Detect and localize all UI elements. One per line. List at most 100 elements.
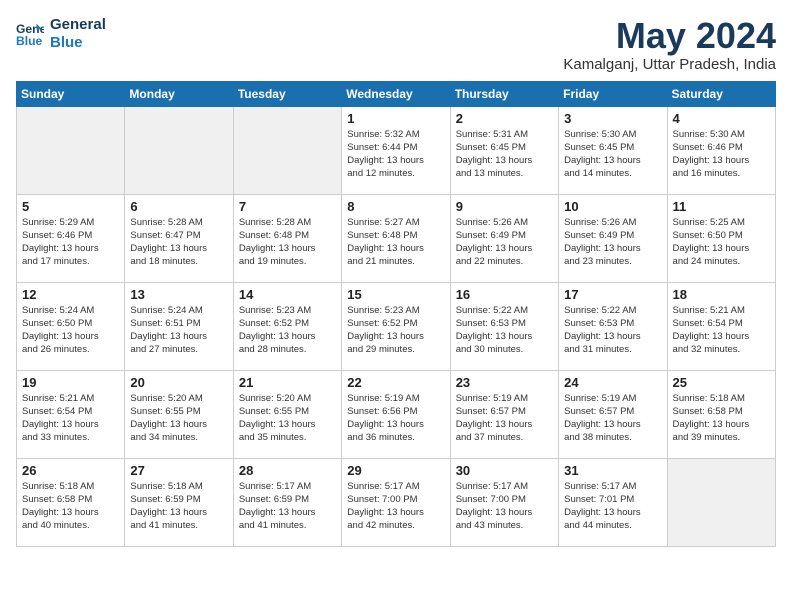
day-info: Sunrise: 5:18 AM Sunset: 6:58 PM Dayligh… [673, 392, 770, 445]
day-number: 10 [564, 199, 661, 214]
day-info: Sunrise: 5:19 AM Sunset: 6:57 PM Dayligh… [456, 392, 553, 445]
day-number: 1 [347, 111, 444, 126]
logo-blue-text: Blue [50, 34, 106, 52]
calendar-cell: 21 Sunrise: 5:20 AM Sunset: 6:55 PM Dayli… [233, 370, 341, 458]
weekday-header: Tuesday [233, 81, 341, 106]
calendar-cell: 26 Sunrise: 5:18 AM Sunset: 6:58 PM Dayli… [17, 458, 125, 546]
calendar-cell: 5 Sunrise: 5:29 AM Sunset: 6:46 PM Daylig… [17, 194, 125, 282]
day-info: Sunrise: 5:29 AM Sunset: 6:46 PM Dayligh… [22, 216, 119, 269]
day-info: Sunrise: 5:22 AM Sunset: 6:53 PM Dayligh… [564, 304, 661, 357]
day-number: 7 [239, 199, 336, 214]
day-info: Sunrise: 5:28 AM Sunset: 6:47 PM Dayligh… [130, 216, 227, 269]
day-info: Sunrise: 5:18 AM Sunset: 6:59 PM Dayligh… [130, 480, 227, 533]
day-info: Sunrise: 5:21 AM Sunset: 6:54 PM Dayligh… [22, 392, 119, 445]
logo-text: General [50, 16, 106, 34]
day-number: 6 [130, 199, 227, 214]
day-number: 26 [22, 463, 119, 478]
svg-text:Blue: Blue [16, 34, 43, 48]
day-info: Sunrise: 5:26 AM Sunset: 6:49 PM Dayligh… [564, 216, 661, 269]
day-info: Sunrise: 5:22 AM Sunset: 6:53 PM Dayligh… [456, 304, 553, 357]
day-info: Sunrise: 5:23 AM Sunset: 6:52 PM Dayligh… [347, 304, 444, 357]
weekday-header: Friday [559, 81, 667, 106]
day-number: 31 [564, 463, 661, 478]
day-number: 17 [564, 287, 661, 302]
calendar-cell: 13Sunrise: 5:24 AM Sunset: 6:51 PM Dayli… [125, 282, 233, 370]
location-label: Kamalganj, Uttar Pradesh, India [563, 56, 776, 73]
calendar-cell: 6 Sunrise: 5:28 AM Sunset: 6:47 PM Daylig… [125, 194, 233, 282]
calendar-cell: 4 Sunrise: 5:30 AM Sunset: 6:46 PM Daylig… [667, 106, 775, 194]
calendar-cell: 17 Sunrise: 5:22 AM Sunset: 6:53 PM Dayli… [559, 282, 667, 370]
calendar-cell [125, 106, 233, 194]
day-number: 23 [456, 375, 553, 390]
day-number: 30 [456, 463, 553, 478]
day-info: Sunrise: 5:23 AM Sunset: 6:52 PM Dayligh… [239, 304, 336, 357]
day-info: Sunrise: 5:17 AM Sunset: 7:01 PM Dayligh… [564, 480, 661, 533]
day-number: 22 [347, 375, 444, 390]
calendar-cell: 1 Sunrise: 5:32 AM Sunset: 6:44 PM Daylig… [342, 106, 450, 194]
day-number: 5 [22, 199, 119, 214]
calendar-cell: 30 Sunrise: 5:17 AM Sunset: 7:00 PM Dayli… [450, 458, 558, 546]
day-info: Sunrise: 5:18 AM Sunset: 6:58 PM Dayligh… [22, 480, 119, 533]
day-info: Sunrise: 5:27 AM Sunset: 6:48 PM Dayligh… [347, 216, 444, 269]
day-number: 9 [456, 199, 553, 214]
day-number: 3 [564, 111, 661, 126]
day-info: Sunrise: 5:17 AM Sunset: 6:59 PM Dayligh… [239, 480, 336, 533]
day-number: 4 [673, 111, 770, 126]
month-title: May 2024 [563, 16, 776, 56]
day-info: Sunrise: 5:30 AM Sunset: 6:46 PM Dayligh… [673, 128, 770, 181]
calendar-cell [17, 106, 125, 194]
calendar-cell: 15Sunrise: 5:23 AM Sunset: 6:52 PM Dayli… [342, 282, 450, 370]
calendar-cell: 14 Sunrise: 5:23 AM Sunset: 6:52 PM Dayli… [233, 282, 341, 370]
day-number: 28 [239, 463, 336, 478]
calendar-cell: 12Sunrise: 5:24 AM Sunset: 6:50 PM Dayli… [17, 282, 125, 370]
calendar-cell: 10 Sunrise: 5:26 AM Sunset: 6:49 PM Dayli… [559, 194, 667, 282]
calendar-cell: 7 Sunrise: 5:28 AM Sunset: 6:48 PM Daylig… [233, 194, 341, 282]
calendar-cell: 8 Sunrise: 5:27 AM Sunset: 6:48 PM Daylig… [342, 194, 450, 282]
day-number: 11 [673, 199, 770, 214]
day-info: Sunrise: 5:19 AM Sunset: 6:56 PM Dayligh… [347, 392, 444, 445]
day-number: 27 [130, 463, 227, 478]
calendar-cell: 19 Sunrise: 5:21 AM Sunset: 6:54 PM Dayli… [17, 370, 125, 458]
day-info: Sunrise: 5:28 AM Sunset: 6:48 PM Dayligh… [239, 216, 336, 269]
page-header: General Blue General Blue May 2024 Kamal… [16, 16, 776, 73]
title-block: May 2024 Kamalganj, Uttar Pradesh, India [563, 16, 776, 73]
calendar-cell: 9 Sunrise: 5:26 AM Sunset: 6:49 PM Daylig… [450, 194, 558, 282]
day-number: 20 [130, 375, 227, 390]
day-info: Sunrise: 5:31 AM Sunset: 6:45 PM Dayligh… [456, 128, 553, 181]
day-number: 18 [673, 287, 770, 302]
day-number: 19 [22, 375, 119, 390]
day-number: 8 [347, 199, 444, 214]
calendar-cell: 28 Sunrise: 5:17 AM Sunset: 6:59 PM Dayli… [233, 458, 341, 546]
calendar-cell: 11 Sunrise: 5:25 AM Sunset: 6:50 PM Dayli… [667, 194, 775, 282]
day-info: Sunrise: 5:19 AM Sunset: 6:57 PM Dayligh… [564, 392, 661, 445]
weekday-header: Wednesday [342, 81, 450, 106]
day-info: Sunrise: 5:17 AM Sunset: 7:00 PM Dayligh… [347, 480, 444, 533]
calendar-cell: 25Sunrise: 5:18 AM Sunset: 6:58 PM Dayli… [667, 370, 775, 458]
weekday-header: Saturday [667, 81, 775, 106]
weekday-header: Thursday [450, 81, 558, 106]
logo: General Blue General Blue [16, 16, 106, 52]
day-number: 16 [456, 287, 553, 302]
calendar-cell [233, 106, 341, 194]
calendar-cell: 23 Sunrise: 5:19 AM Sunset: 6:57 PM Dayli… [450, 370, 558, 458]
day-info: Sunrise: 5:25 AM Sunset: 6:50 PM Dayligh… [673, 216, 770, 269]
calendar-cell: 27 Sunrise: 5:18 AM Sunset: 6:59 PM Dayli… [125, 458, 233, 546]
day-info: Sunrise: 5:26 AM Sunset: 6:49 PM Dayligh… [456, 216, 553, 269]
logo-icon: General Blue [16, 20, 44, 48]
day-number: 2 [456, 111, 553, 126]
day-info: Sunrise: 5:32 AM Sunset: 6:44 PM Dayligh… [347, 128, 444, 181]
day-info: Sunrise: 5:20 AM Sunset: 6:55 PM Dayligh… [239, 392, 336, 445]
weekday-header: Monday [125, 81, 233, 106]
calendar-cell [667, 458, 775, 546]
calendar-cell: 20 Sunrise: 5:20 AM Sunset: 6:55 PM Dayli… [125, 370, 233, 458]
calendar-cell: 3Sunrise: 5:30 AM Sunset: 6:45 PM Daylig… [559, 106, 667, 194]
weekday-header: Sunday [17, 81, 125, 106]
calendar-cell: 29 Sunrise: 5:17 AM Sunset: 7:00 PM Dayli… [342, 458, 450, 546]
day-info: Sunrise: 5:17 AM Sunset: 7:00 PM Dayligh… [456, 480, 553, 533]
day-info: Sunrise: 5:20 AM Sunset: 6:55 PM Dayligh… [130, 392, 227, 445]
calendar-cell: 22 Sunrise: 5:19 AM Sunset: 6:56 PM Dayli… [342, 370, 450, 458]
day-number: 29 [347, 463, 444, 478]
calendar-cell: 2 Sunrise: 5:31 AM Sunset: 6:45 PM Daylig… [450, 106, 558, 194]
day-number: 21 [239, 375, 336, 390]
day-number: 14 [239, 287, 336, 302]
